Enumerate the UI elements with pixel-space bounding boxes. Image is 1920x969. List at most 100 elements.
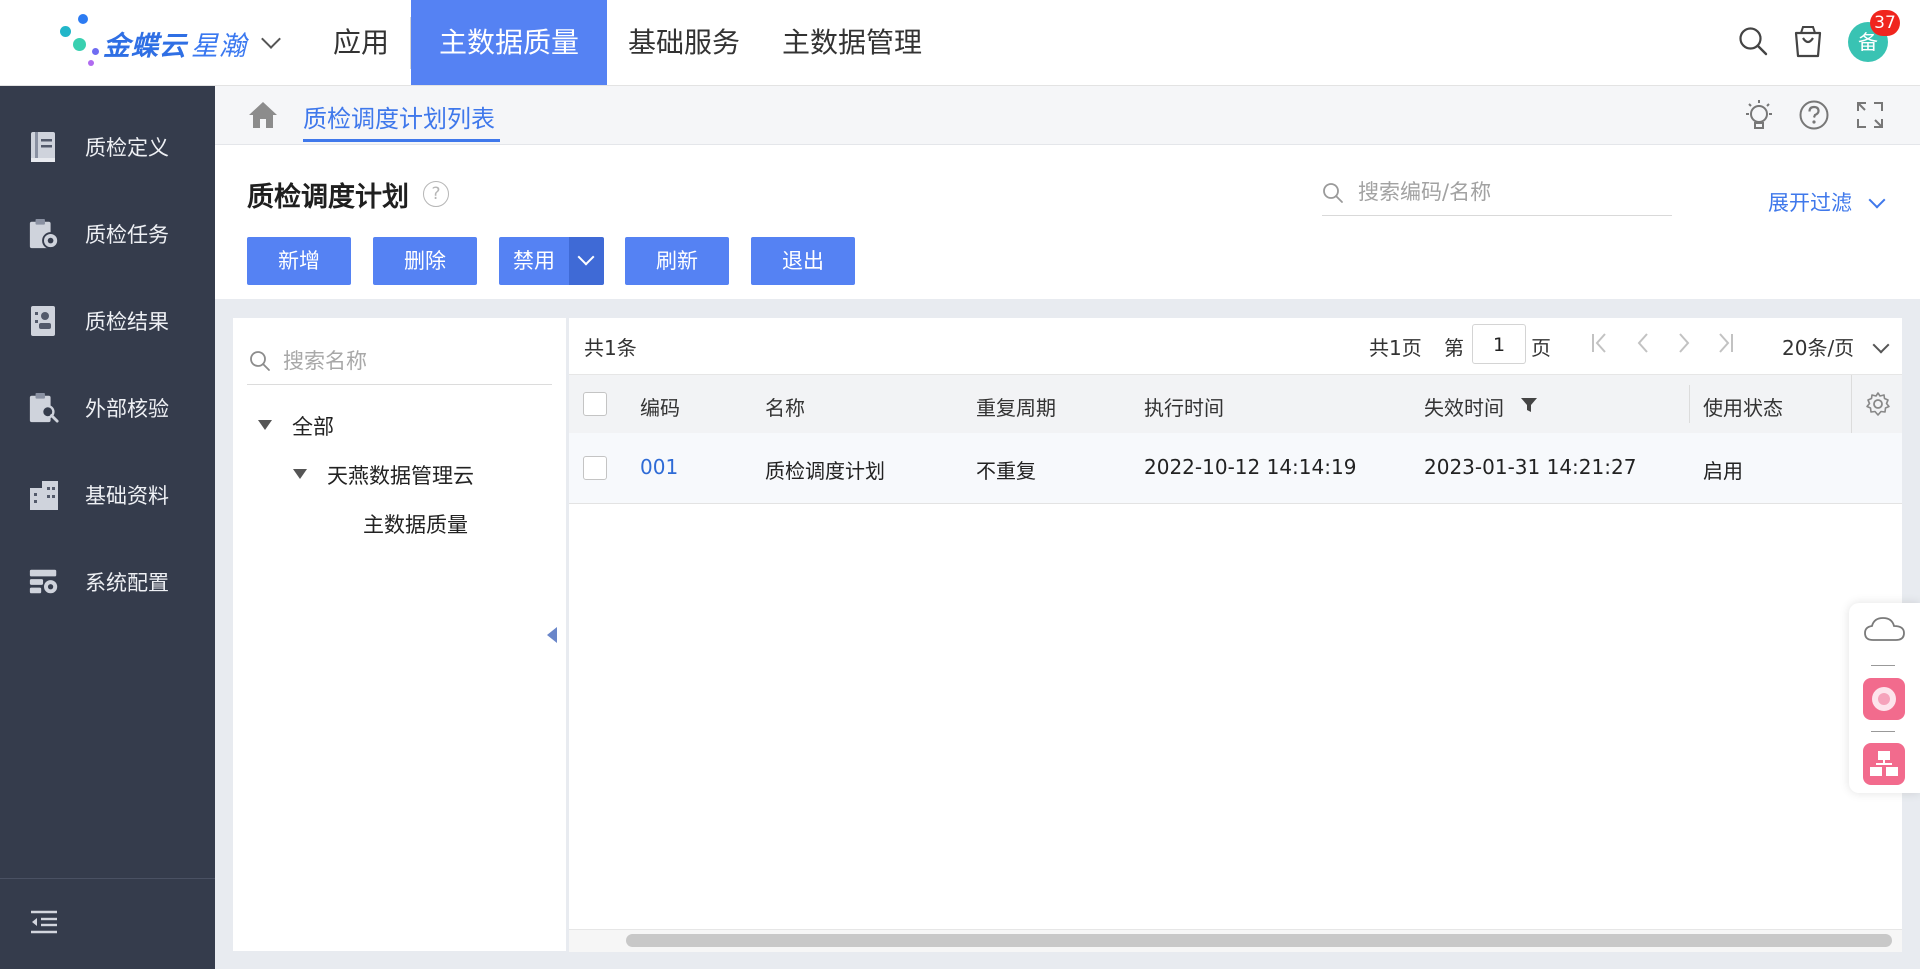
tree-node-tianyan-cloud[interactable]: 天燕数据管理云: [327, 460, 474, 490]
delete-button[interactable]: 删除: [373, 237, 477, 285]
chevron-down-icon: [1872, 336, 1890, 354]
cell-status: 启用: [1703, 459, 1743, 483]
next-page-icon[interactable]: [1673, 332, 1695, 354]
search-box: [1322, 171, 1672, 216]
first-page-icon[interactable]: [1589, 332, 1611, 354]
select-all-checkbox[interactable]: [583, 392, 607, 416]
add-button[interactable]: 新增: [247, 237, 351, 285]
top-nav: 应用 主数据质量 基础服务 主数据管理: [312, 0, 943, 85]
toolbar-divider: [1871, 665, 1895, 666]
building-icon: [28, 478, 60, 512]
column-header-repeat-cycle[interactable]: 重复周期: [976, 392, 1056, 421]
caret-down-icon[interactable]: [293, 469, 307, 479]
floating-toolbar: [1849, 603, 1920, 793]
sidebar-item-label: 质检任务: [85, 223, 169, 247]
top-nav-item-basic-services[interactable]: 基础服务: [607, 0, 761, 85]
column-divider: [1689, 385, 1690, 423]
expand-filter-button[interactable]: 展开过滤: [1768, 187, 1886, 217]
cloud-icon[interactable]: [1863, 615, 1907, 645]
page-suffix: 页: [1531, 336, 1551, 360]
sidebar-item-qc-result[interactable]: 质检结果: [0, 291, 215, 351]
sidebar-item-qc-task[interactable]: 质检任务: [0, 204, 215, 264]
disable-button[interactable]: 禁用: [499, 237, 569, 285]
top-nav-item-master-data-quality[interactable]: 主数据质量: [411, 0, 608, 85]
chevron-down-icon[interactable]: [261, 29, 281, 49]
lightbulb-icon[interactable]: [1742, 98, 1776, 132]
page-count: 共1页: [1369, 336, 1422, 360]
page-number-input[interactable]: 1: [1472, 324, 1526, 364]
page-title: 质检调度计划: [247, 182, 409, 213]
page-prefix: 第: [1444, 336, 1464, 360]
filter-icon[interactable]: [1520, 395, 1538, 413]
brand-logo[interactable]: 金蝶云 星瀚: [58, 14, 281, 70]
sidebar-item-label: 基础资料: [85, 484, 169, 508]
settings-panel-icon: [28, 565, 60, 599]
search-icon[interactable]: [1738, 26, 1768, 56]
column-header-status[interactable]: 使用状态: [1703, 392, 1783, 421]
last-page-icon[interactable]: [1714, 332, 1736, 354]
sidebar-footer: [0, 878, 215, 969]
column-header-code[interactable]: 编码: [640, 392, 680, 421]
active-tab-indicator: [303, 139, 500, 142]
org-chart-icon[interactable]: [1863, 743, 1905, 785]
sidebar-item-label: 质检结果: [85, 310, 169, 334]
top-nav-item-master-data-management[interactable]: 主数据管理: [761, 0, 943, 85]
caret-down-icon[interactable]: [258, 420, 272, 430]
help-icon[interactable]: ?: [423, 181, 449, 207]
help-icon[interactable]: [1798, 99, 1830, 131]
search-icon: [1322, 182, 1344, 204]
sidebar-item-external-check[interactable]: 外部核验: [0, 378, 215, 438]
breadcrumb: 质检调度计划列表: [215, 86, 1920, 145]
sidebar-item-label: 系统配置: [85, 571, 169, 595]
list-header-panel: 质检调度计划 ? 展开过滤 新增 删除 禁用 刷新 退出: [215, 145, 1920, 299]
notification-badge[interactable]: 37: [1870, 10, 1900, 36]
brand-name: 金蝶云 星瀚: [103, 31, 247, 62]
sidebar-item-label: 外部核验: [85, 397, 169, 421]
chat-bot-icon[interactable]: [1863, 678, 1905, 720]
search-icon: [249, 350, 271, 372]
sidebar-item-system-config[interactable]: 系统配置: [0, 552, 215, 612]
sidebar-item-qc-definition[interactable]: 质检定义: [0, 117, 215, 177]
search-input[interactable]: [1356, 171, 1660, 213]
cell-code-link[interactable]: 001: [640, 455, 678, 479]
tree-node-master-data-quality[interactable]: 主数据质量: [363, 509, 468, 539]
cell-name: 质检调度计划: [765, 459, 885, 483]
tree-search-input[interactable]: [281, 342, 545, 380]
column-header-expire-time[interactable]: 失效时间: [1424, 392, 1504, 421]
shopping-bag-icon[interactable]: [1792, 24, 1824, 58]
table-header: 编码 名称 重复周期 执行时间 失效时间 使用状态: [569, 374, 1902, 434]
cell-repeat-cycle: 不重复: [976, 459, 1036, 483]
top-bar: 金蝶云 星瀚 应用 主数据质量 基础服务 主数据管理 备 37: [0, 0, 1920, 86]
tab-qc-schedule-list[interactable]: 质检调度计划列表: [303, 99, 495, 134]
home-icon[interactable]: [247, 100, 279, 130]
prev-page-icon[interactable]: [1632, 332, 1654, 354]
fullscreen-icon[interactable]: [1855, 100, 1885, 130]
chevron-down-icon: [577, 248, 595, 266]
refresh-button[interactable]: 刷新: [625, 237, 729, 285]
report-icon: [28, 304, 60, 338]
page-size-select[interactable]: 20条/页: [1782, 332, 1890, 361]
sidebar-item-basic-data[interactable]: 基础资料: [0, 465, 215, 525]
page-size-label: 20条/页: [1782, 336, 1855, 360]
column-divider: [1851, 375, 1852, 433]
sidebar-item-label: 质检定义: [85, 136, 169, 160]
column-header-name[interactable]: 名称: [765, 392, 805, 421]
clipboard-gear-icon: [28, 217, 60, 251]
tree-search-box: [247, 338, 552, 385]
tree-panel: 全部 天燕数据管理云 主数据质量: [233, 318, 566, 951]
tree-node-all[interactable]: 全部: [292, 411, 334, 441]
gear-icon[interactable]: [1865, 391, 1891, 417]
top-nav-item-apps[interactable]: 应用: [312, 0, 410, 85]
disable-dropdown-button[interactable]: [569, 237, 604, 285]
exit-button[interactable]: 退出: [751, 237, 855, 285]
table-row[interactable]: 001 质检调度计划 不重复 2022-10-12 14:14:19 2023-…: [569, 433, 1902, 504]
data-grid: 共1条 共1页 第 1 页 20条/页 编码 名称 重复周期 执行时间 失效时间…: [569, 318, 1902, 952]
horizontal-scrollbar[interactable]: [626, 934, 1892, 947]
row-checkbox[interactable]: [583, 456, 607, 480]
collapse-menu-icon[interactable]: [29, 909, 59, 935]
cell-expire-time: 2023-01-31 14:21:27: [1424, 455, 1637, 479]
expand-filter-label: 展开过滤: [1768, 191, 1852, 215]
column-header-exec-time[interactable]: 执行时间: [1144, 392, 1224, 421]
toolbar-divider: [1871, 731, 1895, 732]
cell-exec-time: 2022-10-12 14:14:19: [1144, 455, 1357, 479]
